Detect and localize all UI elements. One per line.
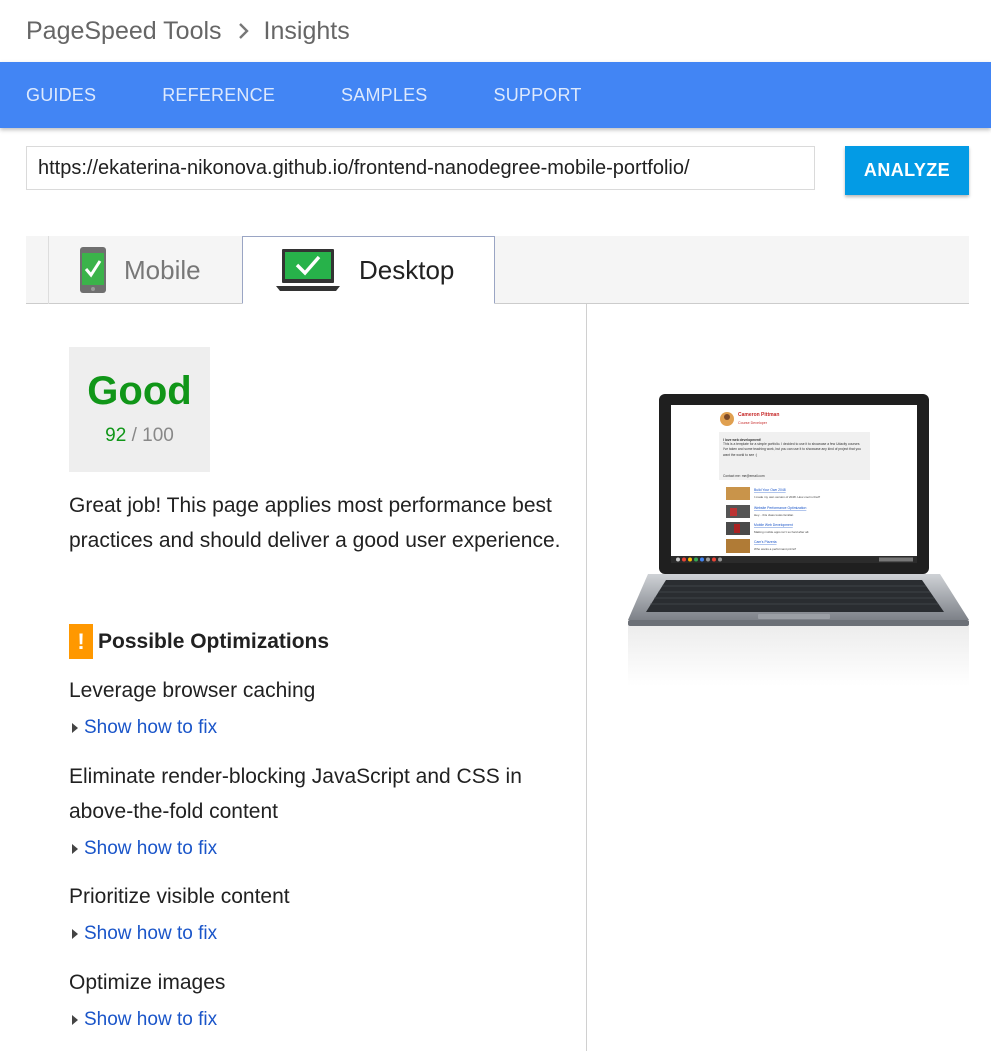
show-how-to-fix-link[interactable]: Show how to fix	[69, 923, 584, 945]
preview-thumb	[726, 487, 750, 500]
rule-item: Leverage browser caching Show how to fix	[69, 673, 584, 739]
show-how-to-fix-link[interactable]: Show how to fix	[69, 838, 584, 860]
laptop-check-icon	[275, 248, 341, 292]
laptop-reflection	[628, 626, 969, 686]
rule-item: Eliminate render-blocking JavaScript and…	[69, 759, 584, 860]
preview-project-desc: I made my own version of 2048. How cool …	[754, 495, 821, 499]
url-input[interactable]	[26, 146, 815, 190]
expand-triangle-icon	[72, 1015, 78, 1025]
tab-desktop[interactable]: Desktop	[242, 236, 495, 304]
expand-triangle-icon	[72, 929, 78, 939]
laptop-trackpad	[758, 614, 830, 619]
laptop-keyboard	[646, 580, 944, 612]
rule-title: Optimize images	[69, 971, 226, 994]
top-nav: GUIDES REFERENCE SAMPLES SUPPORT	[0, 62, 991, 128]
show-how-to-fix-link[interactable]: Show how to fix	[69, 717, 584, 739]
preview-project-desc: Who wants a performant pizza?	[754, 547, 797, 551]
nav-samples[interactable]: SAMPLES	[341, 85, 427, 106]
show-how-to-fix-label[interactable]: Show how to fix	[84, 717, 217, 739]
preview-project-desc: Hey... this class looks familiar.	[754, 513, 794, 517]
rule-title: Prioritize visible content	[69, 885, 290, 908]
warning-icon: !	[69, 624, 93, 659]
score-label: Good	[87, 369, 192, 413]
preview-project-desc: Making mobile apps isn't so hard after a…	[754, 530, 809, 534]
preview-project-title: Build Your Own 2048	[754, 488, 786, 492]
preview-name: Cameron Pittman	[738, 412, 779, 418]
nav-guides[interactable]: GUIDES	[26, 85, 96, 106]
chevron-right-icon	[238, 22, 250, 40]
score-card: Good 92 / 100	[69, 347, 210, 472]
nav-reference[interactable]: REFERENCE	[162, 85, 275, 106]
optimizations-header: ! Possible Optimizations	[69, 624, 329, 659]
show-how-to-fix-label[interactable]: Show how to fix	[84, 923, 217, 945]
analyze-button[interactable]: ANALYZE	[845, 146, 969, 195]
breadcrumb-current: Insights	[263, 16, 350, 45]
optimizations-title: Possible Optimizations	[98, 629, 330, 653]
summary-text: Great job! This page applies most perfor…	[69, 494, 561, 552]
score-max: / 100	[131, 425, 174, 446]
rule-title: Eliminate render-blocking JavaScript and…	[69, 765, 522, 823]
preview-thumb	[726, 539, 750, 553]
expand-triangle-icon	[72, 844, 78, 854]
breadcrumb-root[interactable]: PageSpeed Tools	[26, 17, 222, 46]
device-tabs: Mobile Desktop	[26, 236, 969, 304]
show-how-to-fix-label[interactable]: Show how to fix	[84, 1009, 217, 1031]
tab-desktop-label: Desktop	[359, 254, 455, 285]
show-how-to-fix-link[interactable]: Show how to fix	[69, 1009, 584, 1031]
preview-contact: Contact me: me@email.com	[723, 474, 765, 478]
preview-project-title: Mobile Web Development	[754, 523, 793, 527]
preview-project-title: Cam's Pizzeria	[754, 540, 777, 544]
rule-title: Leverage browser caching	[69, 679, 316, 702]
score-value: 92	[105, 425, 127, 446]
nav-support[interactable]: SUPPORT	[493, 85, 581, 106]
rule-item: Prioritize visible content Show how to f…	[69, 879, 584, 945]
preview-intro-text: This is a template for a simple portfoli…	[723, 442, 861, 457]
preview-role: Course Developer	[738, 421, 768, 425]
score-line: 92 / 100	[69, 425, 210, 447]
breadcrumb: PageSpeed Tools Insights	[26, 14, 350, 48]
laptop-screen	[671, 405, 917, 562]
preview-thumb	[726, 505, 750, 518]
tab-mobile[interactable]: Mobile	[48, 236, 242, 304]
desktop-preview-image: Cameron Pittman Course Developer I love …	[628, 394, 969, 686]
mobile-phone-check-icon	[79, 246, 107, 294]
expand-triangle-icon	[72, 723, 78, 733]
tab-mobile-label: Mobile	[124, 254, 201, 285]
preview-project-title: Website Performance Optimization	[754, 506, 806, 510]
column-divider	[586, 304, 587, 1051]
rule-item: Optimize images Show how to fix	[69, 965, 584, 1031]
show-how-to-fix-label[interactable]: Show how to fix	[84, 838, 217, 860]
